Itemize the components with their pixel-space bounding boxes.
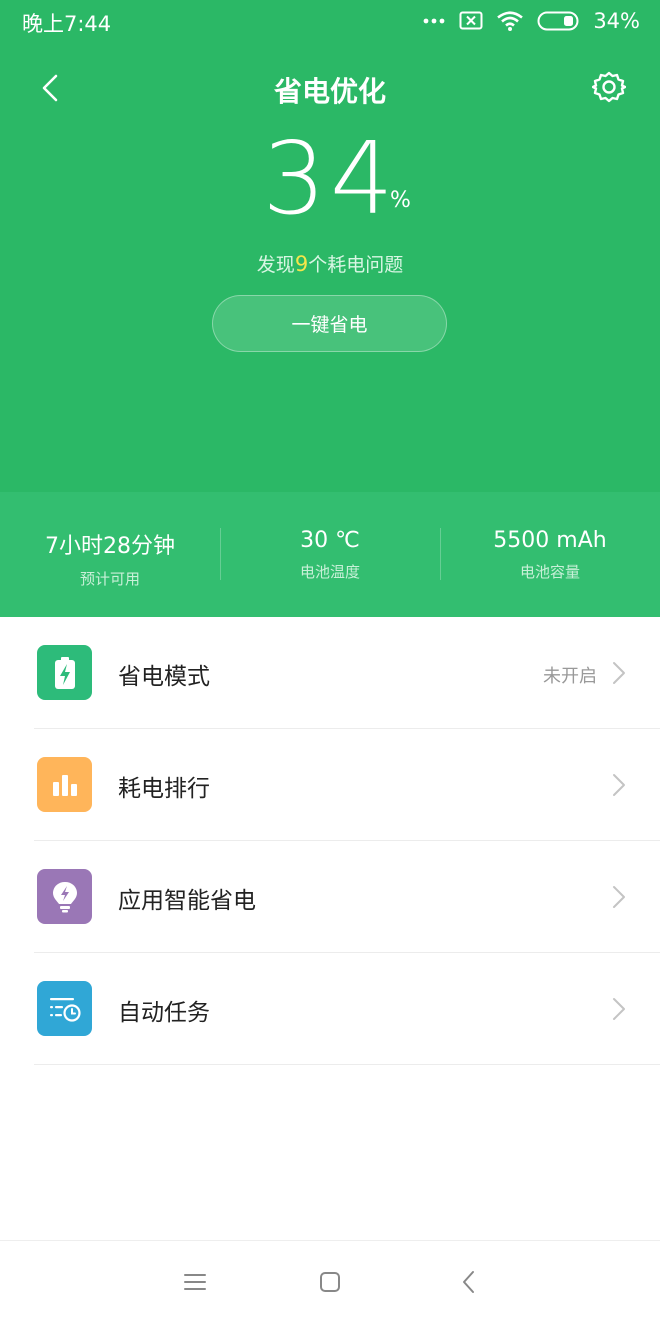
one-key-save-button[interactable]: 一键省电 bbox=[212, 295, 447, 352]
status-bar: 晚上7:44 34% bbox=[0, 0, 660, 44]
gear-icon bbox=[591, 71, 627, 103]
status-battery-percent: 34% bbox=[593, 9, 640, 33]
chevron-right-icon bbox=[613, 998, 625, 1020]
menu-item-label: 应用智能省电 bbox=[118, 888, 256, 914]
title-bar: 省电优化 bbox=[0, 60, 660, 118]
stat-capacity: 5500 mAh 电池容量 bbox=[440, 492, 660, 617]
menu-item-power-saving-mode[interactable]: 省电模式 未开启 bbox=[0, 617, 660, 729]
lightbulb-bolt-icon bbox=[37, 869, 92, 924]
system-navigation-bar bbox=[0, 1240, 660, 1320]
stat-estimated-time: 7小时28分钟 预计可用 bbox=[0, 492, 220, 617]
menu-item-app-smart-saving[interactable]: 应用智能省电 bbox=[0, 841, 660, 953]
chevron-right-icon bbox=[613, 774, 625, 796]
stat-value: 7小时28分钟 bbox=[45, 534, 175, 559]
status-time: 晚上7:44 bbox=[22, 12, 112, 36]
menu-item-label: 省电模式 bbox=[118, 664, 210, 690]
stat-label: 电池温度 bbox=[299, 563, 360, 581]
sim-disabled-icon bbox=[459, 11, 483, 30]
battery-level-display: 34 % bbox=[0, 120, 660, 237]
menu-icon[interactable] bbox=[180, 1267, 210, 1297]
stat-value: 5500 mAh bbox=[493, 528, 607, 553]
settings-button[interactable] bbox=[591, 70, 627, 104]
problems-suffix: 个耗电问题 bbox=[308, 254, 404, 276]
menu-item-power-ranking[interactable]: 耗电排行 bbox=[0, 729, 660, 841]
stat-value: 30 ℃ bbox=[300, 528, 360, 553]
status-icons: 34% bbox=[423, 6, 640, 36]
home-icon[interactable] bbox=[315, 1267, 345, 1297]
stat-label: 电池容量 bbox=[519, 563, 580, 581]
stat-label: 预计可用 bbox=[79, 570, 140, 588]
wifi-icon bbox=[497, 11, 524, 31]
page-title: 省电优化 bbox=[273, 75, 386, 108]
problems-count: 9 bbox=[294, 252, 309, 276]
list-clock-icon bbox=[37, 981, 92, 1036]
problems-text: 发现9个耗电问题 bbox=[0, 250, 660, 277]
menu-item-label: 耗电排行 bbox=[118, 776, 210, 802]
bar-chart-icon bbox=[37, 757, 92, 812]
battery-level-unit: % bbox=[390, 188, 411, 213]
battery-charging-icon bbox=[37, 645, 92, 700]
battery-icon bbox=[537, 11, 579, 31]
problems-prefix: 发现 bbox=[256, 254, 295, 276]
battery-stats: 7小时28分钟 预计可用 30 ℃ 电池温度 5500 mAh 电池容量 bbox=[0, 492, 660, 617]
battery-level: 34 bbox=[262, 120, 398, 237]
menu-item-status: 未开启 bbox=[543, 666, 597, 687]
back-icon[interactable] bbox=[455, 1267, 485, 1297]
more-dots-icon bbox=[423, 18, 445, 24]
menu-item-auto-tasks[interactable]: 自动任务 bbox=[0, 953, 660, 1065]
chevron-right-icon bbox=[613, 662, 625, 684]
hero-panel: 晚上7:44 34% 省电优化 34 % 发现9个耗电问题 一键省电 bbox=[0, 0, 660, 492]
menu-list: 省电模式 未开启 耗电排行 应用智能省电 自动任务 bbox=[0, 617, 660, 1065]
chevron-right-icon bbox=[613, 886, 625, 908]
menu-item-label: 自动任务 bbox=[118, 1000, 210, 1026]
stat-temperature: 30 ℃ 电池温度 bbox=[220, 492, 440, 617]
